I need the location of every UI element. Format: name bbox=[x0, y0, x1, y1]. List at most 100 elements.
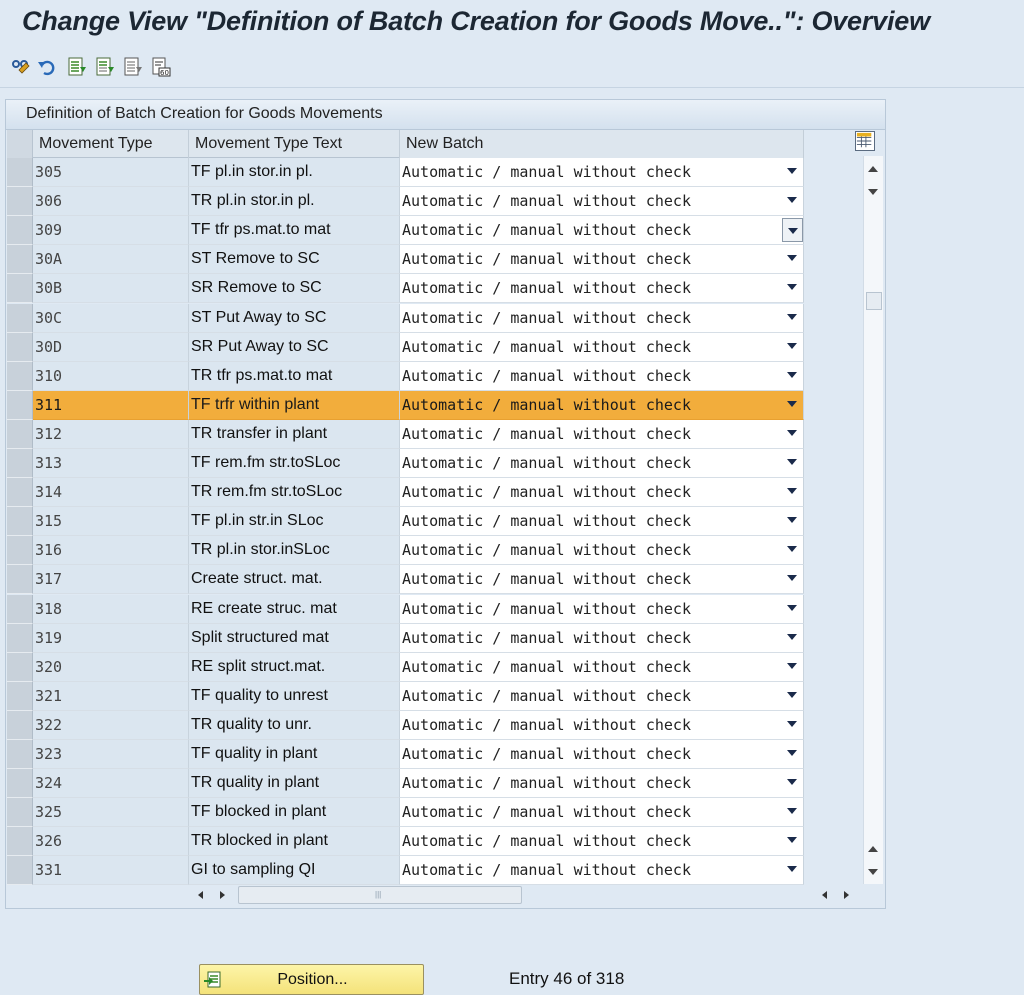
select-all-icon[interactable] bbox=[66, 56, 88, 78]
row-selector[interactable] bbox=[7, 507, 33, 537]
chevron-down-icon[interactable] bbox=[787, 662, 797, 669]
row-selector[interactable] bbox=[7, 652, 33, 682]
column-settings-icon[interactable] bbox=[855, 131, 875, 151]
row-selector[interactable] bbox=[7, 536, 33, 566]
new-batch-dropdown[interactable]: Automatic / manual without check bbox=[400, 798, 804, 828]
row-selector[interactable] bbox=[7, 710, 33, 740]
chevron-down-icon[interactable] bbox=[787, 779, 797, 786]
vertical-scrollbar[interactable] bbox=[863, 156, 883, 884]
table-row[interactable]: 305 TF pl.in stor.in pl. Automatic / manua… bbox=[7, 158, 804, 187]
chevron-down-icon[interactable] bbox=[787, 866, 797, 873]
scroll-down-icon[interactable] bbox=[868, 189, 878, 195]
row-selector[interactable] bbox=[7, 332, 33, 362]
row-selector[interactable] bbox=[7, 361, 33, 391]
chevron-down-icon[interactable] bbox=[787, 691, 797, 698]
row-selector[interactable] bbox=[7, 449, 33, 478]
new-batch-dropdown[interactable]: Automatic / manual without check bbox=[400, 478, 804, 508]
chevron-down-icon[interactable] bbox=[787, 837, 797, 844]
scroll-page-up-icon[interactable] bbox=[868, 846, 878, 852]
chevron-down-icon[interactable] bbox=[787, 459, 797, 465]
new-batch-dropdown[interactable]: Automatic / manual without check bbox=[400, 187, 804, 217]
scroll-page-down-icon[interactable] bbox=[868, 869, 878, 875]
undo-icon[interactable] bbox=[36, 56, 58, 78]
row-selector[interactable] bbox=[7, 478, 33, 508]
row-selector[interactable] bbox=[7, 623, 33, 653]
row-selector[interactable] bbox=[7, 419, 33, 449]
row-selector[interactable] bbox=[7, 856, 33, 886]
deselect-all-icon[interactable] bbox=[122, 56, 144, 78]
row-selector[interactable] bbox=[7, 303, 33, 333]
row-selector[interactable] bbox=[7, 274, 33, 304]
new-batch-dropdown[interactable]: Automatic / manual without check bbox=[400, 536, 804, 566]
scroll-far-right-icon[interactable] bbox=[844, 891, 849, 899]
scroll-right-icon[interactable] bbox=[220, 891, 225, 899]
row-selector[interactable] bbox=[7, 565, 33, 595]
new-batch-dropdown[interactable]: Automatic / manual without check bbox=[400, 710, 804, 740]
new-batch-dropdown[interactable]: Automatic / manual without check bbox=[400, 158, 804, 187]
new-batch-dropdown[interactable]: Automatic / manual without check bbox=[400, 856, 804, 886]
new-batch-dropdown[interactable]: Automatic / manual without check bbox=[400, 652, 804, 682]
column-header-movement-type[interactable]: Movement Type bbox=[33, 130, 189, 158]
new-batch-dropdown[interactable]: Automatic / manual without check bbox=[400, 332, 804, 362]
chevron-down-icon[interactable] bbox=[787, 808, 797, 815]
new-batch-dropdown[interactable]: Automatic / manual without check bbox=[400, 216, 804, 246]
chevron-down-icon[interactable] bbox=[787, 168, 797, 174]
row-selector[interactable] bbox=[7, 216, 33, 246]
table-row[interactable]: 321 TF quality to unrest Automatic / manua… bbox=[7, 681, 804, 711]
new-batch-dropdown[interactable]: Automatic / manual without check bbox=[400, 361, 804, 391]
new-batch-dropdown[interactable]: Automatic / manual without check bbox=[400, 245, 804, 275]
row-selector[interactable] bbox=[7, 827, 33, 857]
table-row[interactable]: 318 RE create struc. mat Automatic / manua… bbox=[7, 594, 804, 624]
chevron-down-icon[interactable] bbox=[787, 284, 797, 291]
chevron-down-icon[interactable] bbox=[787, 342, 797, 349]
table-row[interactable]: 320 RE split struct.mat. Automatic / manua… bbox=[7, 652, 804, 682]
table-row[interactable]: 30D SR Put Away to SC Automatic / manual w… bbox=[7, 332, 804, 362]
table-row[interactable]: 317 Create struct. mat. Automatic / manual… bbox=[7, 565, 804, 595]
table-row[interactable]: 325 TF blocked in plant Automatic / manual… bbox=[7, 798, 804, 828]
chevron-down-icon[interactable] bbox=[787, 546, 797, 553]
new-batch-dropdown[interactable]: Automatic / manual without check bbox=[400, 390, 804, 420]
select-block-icon[interactable] bbox=[94, 56, 116, 78]
table-row[interactable]: 319 Split structured mat Automatic / manua… bbox=[7, 623, 804, 653]
chevron-down-icon[interactable] bbox=[787, 429, 797, 436]
chevron-down-icon[interactable] bbox=[787, 604, 797, 611]
row-selector[interactable] bbox=[7, 681, 33, 711]
chevron-down-icon[interactable] bbox=[787, 488, 797, 495]
new-batch-dropdown[interactable]: Automatic / manual without check bbox=[400, 303, 804, 333]
table-row[interactable]: 30A ST Remove to SC Automatic / manual wit… bbox=[7, 245, 804, 275]
table-row[interactable]: 309 TF tfr ps.mat.to mat Automatic / manua… bbox=[7, 216, 804, 246]
position-button[interactable]: Position... bbox=[199, 964, 424, 995]
chevron-down-icon[interactable] bbox=[787, 197, 797, 204]
table-row[interactable]: 315 TF pl.in str.in SLoc Automatic / manua… bbox=[7, 507, 804, 537]
new-batch-dropdown[interactable]: Automatic / manual without check bbox=[400, 274, 804, 304]
table-row[interactable]: 311 TF trfr within plant Automatic / manua… bbox=[7, 390, 804, 420]
scroll-left-icon[interactable] bbox=[198, 891, 203, 899]
new-batch-dropdown[interactable]: Automatic / manual without check bbox=[400, 740, 804, 769]
table-row[interactable]: 316 TR pl.in stor.inSLoc Automatic / manua… bbox=[7, 536, 804, 566]
table-row[interactable]: 323 TF quality in plant Automatic / manual… bbox=[7, 740, 804, 769]
chevron-down-icon[interactable] bbox=[787, 633, 797, 640]
row-selector[interactable] bbox=[7, 245, 33, 275]
new-batch-dropdown[interactable]: Automatic / manual without check bbox=[400, 681, 804, 711]
table-row[interactable]: 310 TR tfr ps.mat.to mat Automatic / manua… bbox=[7, 361, 804, 391]
chevron-down-icon[interactable] bbox=[787, 750, 797, 756]
chevron-down-icon[interactable] bbox=[787, 313, 797, 320]
new-batch-dropdown[interactable]: Automatic / manual without check bbox=[400, 594, 804, 624]
new-batch-dropdown[interactable]: Automatic / manual without check bbox=[400, 507, 804, 537]
chevron-down-icon[interactable] bbox=[787, 400, 797, 407]
table-row[interactable]: 322 TR quality to unr. Automatic / manual … bbox=[7, 710, 804, 740]
display-change-icon[interactable] bbox=[10, 56, 32, 78]
table-row[interactable]: 306 TR pl.in stor.in pl. Automatic / manua… bbox=[7, 187, 804, 217]
horizontal-scrollbar[interactable]: ||| bbox=[190, 885, 860, 905]
table-row[interactable]: 313 TF rem.fm str.toSLoc Automatic / manua… bbox=[7, 449, 804, 478]
chevron-down-icon[interactable] bbox=[787, 575, 797, 582]
new-batch-dropdown[interactable]: Automatic / manual without check bbox=[400, 769, 804, 799]
new-batch-dropdown[interactable]: Automatic / manual without check bbox=[400, 419, 804, 449]
row-selector[interactable] bbox=[7, 390, 33, 420]
chevron-down-icon[interactable] bbox=[787, 371, 797, 378]
row-selector[interactable] bbox=[7, 158, 33, 187]
row-selector[interactable] bbox=[7, 798, 33, 828]
table-row[interactable]: 326 TR blocked in plant Automatic / manual… bbox=[7, 827, 804, 857]
column-header-new-batch[interactable]: New Batch bbox=[400, 130, 804, 158]
table-row[interactable]: 30C ST Put Away to SC Automatic / manual w… bbox=[7, 303, 804, 333]
